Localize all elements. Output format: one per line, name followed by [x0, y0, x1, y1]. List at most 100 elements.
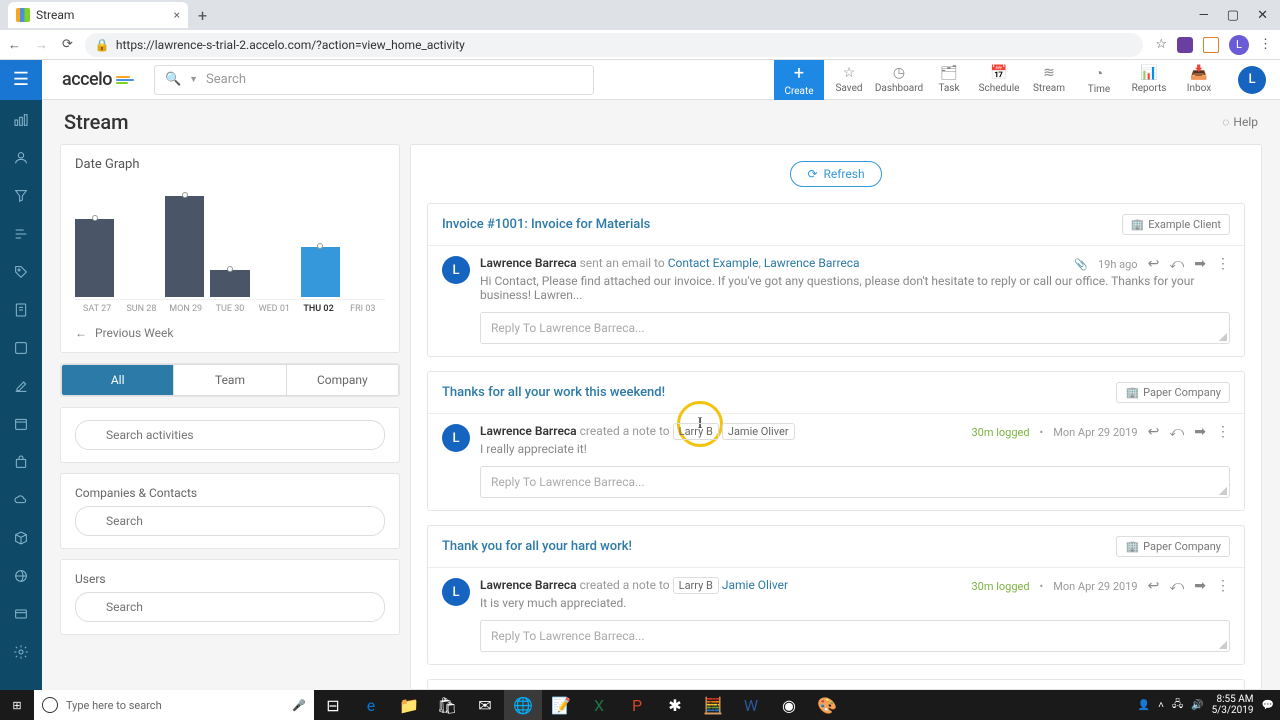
stream-item-title[interactable]: Invoice #1001: Invoice for Materials — [442, 217, 650, 232]
rail-filter-icon[interactable] — [11, 186, 31, 206]
chrome-icon[interactable]: 🌐 — [504, 690, 542, 720]
more-icon[interactable]: ⋮ — [1216, 256, 1230, 272]
client-chip[interactable]: 🏢Example Client — [1122, 214, 1230, 235]
reply-all-icon[interactable]: ⤺ — [1169, 256, 1184, 272]
edge-icon[interactable]: e — [352, 690, 390, 720]
stream-item-title[interactable]: Thank you for all your hard work! — [442, 539, 632, 554]
person-tag[interactable]: Larry B — [673, 423, 719, 440]
filter-tab-team[interactable]: Team — [174, 365, 286, 395]
reply-icon[interactable]: ↩ — [1148, 424, 1160, 440]
close-icon[interactable]: × — [174, 8, 180, 22]
nav-dashboard[interactable]: ◷Dashboard — [874, 60, 924, 100]
close-window-icon[interactable]: ✕ — [1257, 8, 1268, 23]
person-tag[interactable]: Jamie Oliver — [722, 423, 795, 440]
excel-icon[interactable]: X — [580, 690, 618, 720]
help-link[interactable]: ◌Help — [1222, 115, 1258, 129]
volume-icon[interactable]: 🔊 — [1191, 700, 1203, 711]
rail-stream-icon[interactable] — [11, 224, 31, 244]
store-icon[interactable]: 🛍 — [428, 690, 466, 720]
chevron-down-icon[interactable]: ▼ — [189, 74, 198, 85]
reply-all-icon[interactable]: ⤺ — [1169, 424, 1184, 440]
task-view-icon[interactable]: ⊟ — [314, 690, 352, 720]
reply-icon[interactable]: ↩ — [1148, 578, 1160, 594]
stream-item-title[interactable]: Thanks for all your work this weekend! — [442, 385, 665, 400]
nav-inbox[interactable]: 📥Inbox — [1174, 60, 1224, 100]
network-icon[interactable]: 🖧 — [1172, 697, 1183, 714]
more-icon[interactable]: ⋮ — [1216, 578, 1230, 594]
rail-calendar-icon[interactable] — [11, 414, 31, 434]
forward-icon[interactable]: ➡ — [1194, 578, 1206, 594]
mic-icon[interactable]: 🎤 — [292, 699, 306, 712]
nav-saved[interactable]: ☆Saved — [824, 60, 874, 100]
author-avatar[interactable]: L — [442, 256, 470, 284]
explorer-icon[interactable]: 📁 — [390, 690, 428, 720]
bookmark-icon[interactable]: ☆ — [1155, 37, 1167, 52]
forward-icon[interactable]: ➡ — [1194, 256, 1206, 272]
rail-doc-icon[interactable] — [11, 300, 31, 320]
reply-input[interactable]: Reply To Lawrence Barreca... — [480, 466, 1230, 498]
client-chip[interactable]: 🏢Paper Company — [1116, 536, 1230, 557]
rail-folder-icon[interactable] — [11, 338, 31, 358]
reply-all-icon[interactable]: ⤺ — [1169, 578, 1184, 594]
filter-tab-all[interactable]: All — [62, 365, 174, 395]
previous-week-link[interactable]: ←Previous Week — [75, 326, 385, 340]
search-activities-input[interactable] — [75, 420, 385, 450]
rail-settings-icon[interactable] — [11, 642, 31, 662]
word-icon[interactable]: W — [732, 690, 770, 720]
logo[interactable]: accelo — [42, 69, 154, 90]
reply-input[interactable]: Reply To Lawrence Barreca... — [480, 620, 1230, 652]
user-avatar[interactable]: L — [1238, 66, 1266, 94]
new-tab-button[interactable]: + — [198, 6, 207, 25]
reply-icon[interactable]: ↩ — [1148, 256, 1160, 272]
back-button[interactable]: ← — [8, 37, 21, 53]
rail-box-icon[interactable] — [11, 528, 31, 548]
more-icon[interactable]: ⋮ — [1216, 424, 1230, 440]
sticky-notes-icon[interactable]: 📝 — [542, 690, 580, 720]
profile-avatar[interactable]: L — [1229, 35, 1249, 55]
mail-icon[interactable]: ✉ — [466, 690, 504, 720]
reload-button[interactable]: ⟳ — [62, 37, 73, 53]
extension-icon[interactable] — [1177, 37, 1193, 53]
tray-chevron-icon[interactable]: ˄ — [1158, 700, 1164, 711]
companies-search-input[interactable] — [75, 506, 385, 536]
forward-icon[interactable]: ➡ — [1194, 424, 1206, 440]
maximize-icon[interactable]: ▢ — [1227, 8, 1239, 23]
nav-task[interactable]: 🗂Task — [924, 60, 974, 100]
nav-schedule[interactable]: 📅Schedule — [974, 60, 1024, 100]
start-button[interactable]: ⊞ — [0, 690, 34, 720]
calculator-icon[interactable]: 🧮 — [694, 690, 732, 720]
url-field[interactable]: 🔒 https://lawrence-s-trial-2.accelo.com/… — [85, 33, 1143, 57]
powerpoint-icon[interactable]: P — [618, 690, 656, 720]
author-avatar[interactable]: L — [442, 424, 470, 452]
person-tag[interactable]: Larry B — [673, 577, 719, 594]
taskbar-search[interactable]: Type here to search 🎤 — [34, 690, 314, 720]
client-chip[interactable]: 🏢Paper Company — [1116, 382, 1230, 403]
app-icon[interactable]: 🎨 — [808, 690, 846, 720]
reply-input[interactable]: Reply To Lawrence Barreca... — [480, 312, 1230, 344]
nav-create[interactable]: +Create — [774, 60, 824, 100]
rail-edit-icon[interactable] — [11, 376, 31, 396]
rail-globe-icon[interactable] — [11, 566, 31, 586]
refresh-button[interactable]: ⟳Refresh — [790, 161, 881, 187]
slack-icon[interactable]: ✱ — [656, 690, 694, 720]
users-search-input[interactable] — [75, 592, 385, 622]
menu-toggle-button[interactable]: ☰ — [0, 60, 42, 100]
rail-person-icon[interactable] — [11, 148, 31, 168]
nav-stream[interactable]: ≋Stream — [1024, 60, 1074, 100]
filter-tab-company[interactable]: Company — [287, 365, 398, 395]
global-search[interactable]: 🔍 ▼ Search — [154, 65, 594, 95]
minimize-icon[interactable]: — — [1199, 8, 1209, 23]
extension-icon[interactable] — [1203, 37, 1219, 53]
clock[interactable]: 8:55 AM 5/3/2019 — [1212, 694, 1254, 716]
app-icon[interactable]: ◉ — [770, 690, 808, 720]
nav-reports[interactable]: 📊Reports — [1124, 60, 1174, 100]
notifications-icon[interactable]: 💬 — [1262, 700, 1274, 711]
rail-chart-icon[interactable] — [11, 110, 31, 130]
menu-icon[interactable]: ⋮ — [1259, 37, 1272, 52]
rail-cloud-icon[interactable] — [11, 490, 31, 510]
author-avatar[interactable]: L — [442, 578, 470, 606]
rail-tag-icon[interactable] — [11, 262, 31, 282]
nav-time[interactable]: ◔Time — [1074, 60, 1124, 100]
rail-bag-icon[interactable] — [11, 452, 31, 472]
forward-button[interactable]: → — [35, 37, 48, 53]
